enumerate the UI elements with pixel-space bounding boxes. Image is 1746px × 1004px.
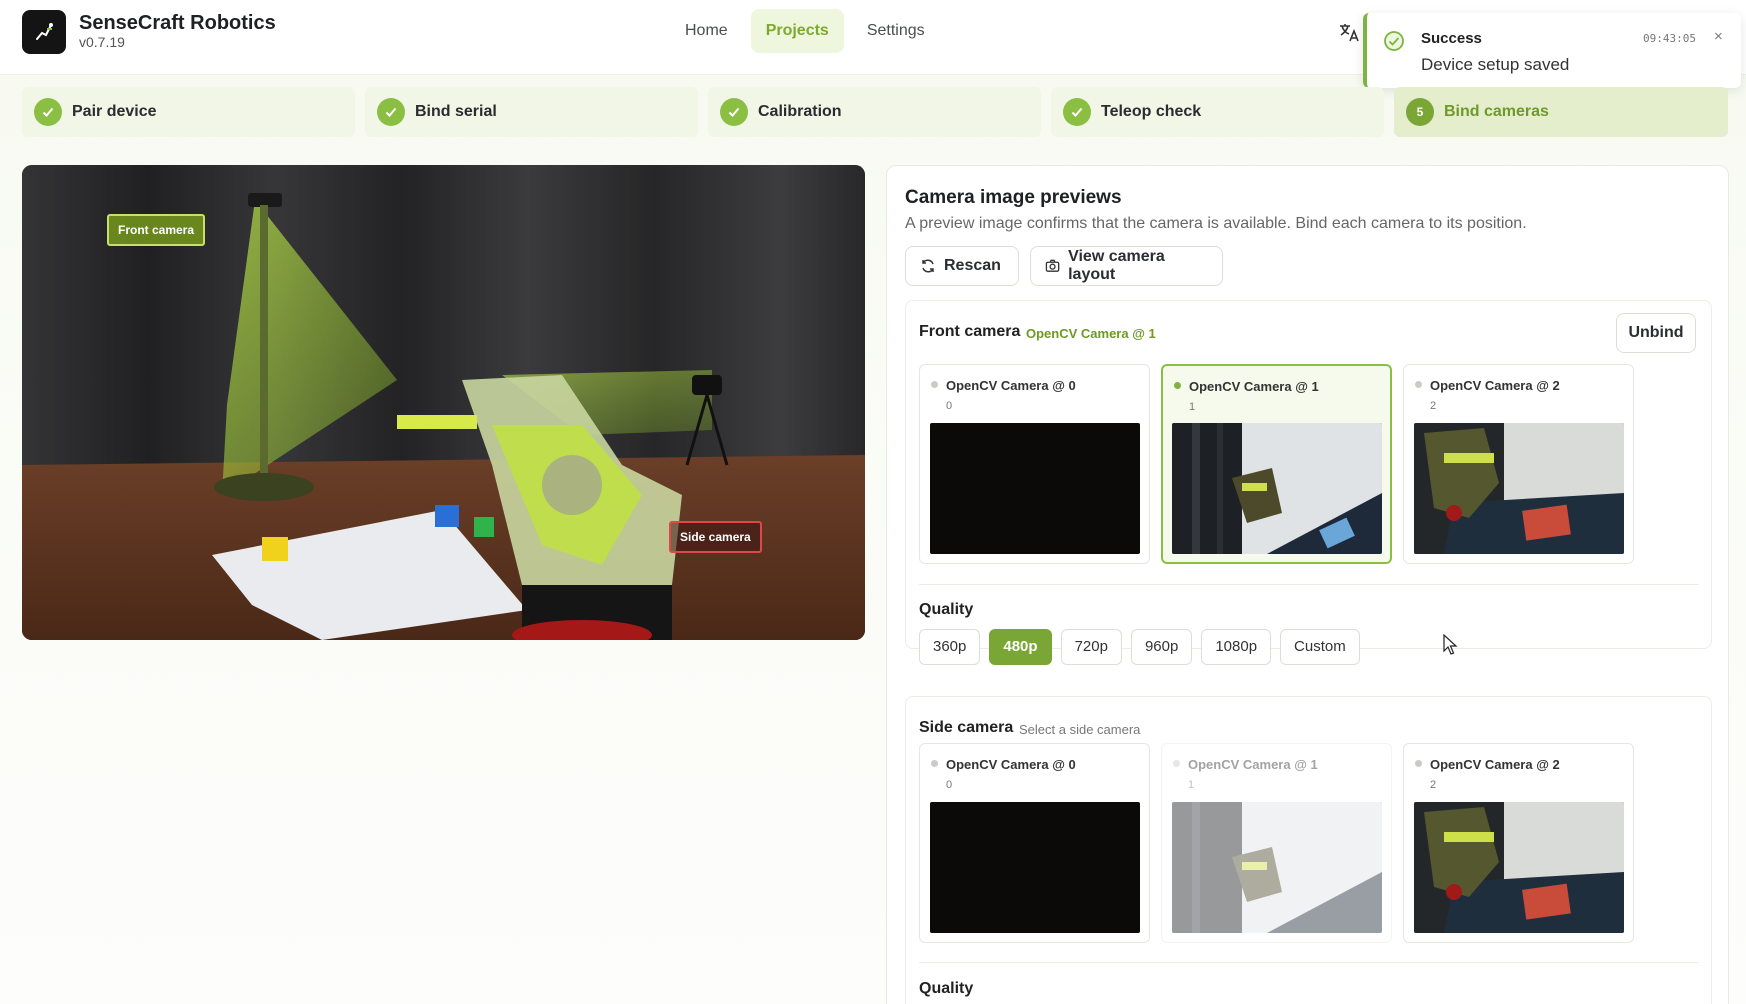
camera-preview-image	[1172, 802, 1382, 933]
view-camera-layout-label: View camera layout	[1068, 248, 1165, 283]
front-camera-bound-value: OpenCV Camera @ 1	[1026, 326, 1156, 341]
camera-option-0[interactable]: OpenCV Camera @ 0 0	[919, 364, 1150, 564]
quality-options: 360p 480p 720p 960p 1080p Custom	[919, 629, 1360, 665]
camera-preview-image	[1414, 423, 1624, 554]
nav-projects[interactable]: Projects	[750, 9, 844, 53]
front-camera-tag: Front camera	[107, 214, 206, 246]
camera-preview-image	[1172, 423, 1382, 554]
refresh-icon	[922, 259, 934, 273]
nav-settings[interactable]: Settings	[852, 9, 940, 53]
camera-option-0[interactable]: OpenCV Camera @ 0 0	[919, 743, 1150, 943]
close-icon[interactable]: ×	[1714, 28, 1723, 45]
step-calibration[interactable]: Calibration	[708, 87, 1041, 137]
main-nav: Home Projects Settings	[670, 9, 940, 53]
check-icon	[34, 98, 62, 126]
camera-name: OpenCV Camera @ 0	[946, 757, 1076, 772]
side-camera-hint: Select a side camera	[1019, 722, 1141, 737]
side-camera-card: Side camera Select a side camera OpenCV …	[905, 696, 1712, 1004]
check-icon	[1063, 98, 1091, 126]
camera-option-1[interactable]: OpenCV Camera @ 1 1	[1161, 364, 1392, 564]
quality-custom[interactable]: Custom	[1280, 629, 1360, 665]
step-label: Teleop check	[1101, 103, 1202, 120]
status-dot	[1173, 760, 1180, 767]
logo-icon[interactable]	[22, 10, 66, 54]
quality-480p[interactable]: 480p	[989, 629, 1052, 665]
camera-name: OpenCV Camera @ 0	[946, 378, 1076, 393]
step-bind-serial[interactable]: Bind serial	[365, 87, 698, 137]
quality-1080p[interactable]: 1080p	[1201, 629, 1272, 665]
camera-previews-panel: Camera image previews A preview image co…	[886, 165, 1729, 1004]
step-number: 5	[1406, 98, 1434, 126]
toast-time: 09:43:05	[1643, 32, 1696, 45]
app-version: v0.7.19	[79, 34, 125, 50]
camera-index: 2	[1430, 779, 1437, 791]
check-circle-icon	[1384, 31, 1404, 51]
camera-preview-image	[930, 423, 1140, 554]
check-icon	[720, 98, 748, 126]
camera-index: 1	[1189, 401, 1196, 413]
status-dot	[931, 760, 938, 767]
step-label: Calibration	[758, 103, 842, 120]
front-camera-options: OpenCV Camera @ 0 0 OpenCV Camera @ 1 1	[919, 364, 1634, 564]
status-dot	[1415, 381, 1422, 388]
divider	[919, 962, 1699, 963]
camera-index: 0	[946, 400, 953, 412]
front-camera-title: Front camera	[919, 323, 1021, 340]
panel-description: A preview image confirms that the camera…	[905, 215, 1527, 232]
step-pair-device[interactable]: Pair device	[22, 87, 355, 137]
quality-720p[interactable]: 720p	[1060, 629, 1122, 665]
nav-home[interactable]: Home	[670, 9, 743, 53]
camera-preview-image	[1414, 802, 1624, 933]
toast-title: Success	[1421, 30, 1482, 47]
cursor-icon	[1443, 634, 1458, 655]
status-dot	[931, 381, 938, 388]
front-camera-card: Front camera OpenCV Camera @ 1 Unbind Op…	[905, 300, 1712, 665]
camera-index: 1	[1188, 779, 1195, 791]
rescan-button[interactable]: Rescan	[905, 246, 1019, 286]
success-toast: Success 09:43:05 × Device setup saved	[1363, 13, 1741, 88]
check-icon	[377, 98, 405, 126]
rescan-label: Rescan	[944, 257, 1001, 274]
side-camera-title: Side camera	[919, 719, 1014, 736]
quality-360p[interactable]: 360p	[919, 629, 981, 665]
camera-preview-image	[930, 802, 1140, 933]
divider	[919, 584, 1699, 585]
unbind-button[interactable]: Unbind	[1616, 313, 1696, 353]
camera-name: OpenCV Camera @ 2	[1430, 757, 1560, 772]
camera-layout-image: Front camera Side camera	[22, 165, 865, 640]
app-name: SenseCraft Robotics	[79, 12, 276, 34]
translate-icon[interactable]	[1338, 21, 1360, 43]
step-teleop-check[interactable]: Teleop check	[1051, 87, 1384, 137]
camera-option-2[interactable]: OpenCV Camera @ 2 2	[1403, 364, 1634, 564]
camera-option-1: OpenCV Camera @ 1 1	[1161, 743, 1392, 943]
side-camera-options: OpenCV Camera @ 0 0 OpenCV Camera @ 1 1	[919, 743, 1634, 943]
view-camera-layout-button[interactable]: View camera layout	[1030, 246, 1223, 286]
quality-label: Quality	[919, 980, 974, 997]
camera-name: OpenCV Camera @ 1	[1189, 379, 1319, 394]
camera-name: OpenCV Camera @ 1	[1188, 757, 1318, 772]
step-label: Pair device	[72, 103, 157, 120]
status-dot	[1174, 382, 1181, 389]
step-label: Bind cameras	[1444, 103, 1549, 120]
step-bind-cameras[interactable]: 5 Bind cameras	[1394, 87, 1728, 137]
toast-message: Device setup saved	[1421, 55, 1570, 74]
camera-option-2[interactable]: OpenCV Camera @ 2 2	[1403, 743, 1634, 943]
quality-960p[interactable]: 960p	[1130, 629, 1193, 665]
camera-name: OpenCV Camera @ 2	[1430, 378, 1560, 393]
camera-icon	[1045, 259, 1060, 272]
side-camera-tag: Side camera	[669, 521, 762, 553]
camera-index: 2	[1430, 400, 1437, 412]
camera-index: 0	[946, 779, 953, 791]
panel-title: Camera image previews	[905, 187, 1122, 208]
step-label: Bind serial	[415, 103, 497, 120]
status-dot	[1415, 760, 1422, 767]
setup-steps: Pair device Bind serial Calibration Tele…	[22, 87, 1728, 137]
quality-label: Quality	[919, 601, 974, 618]
